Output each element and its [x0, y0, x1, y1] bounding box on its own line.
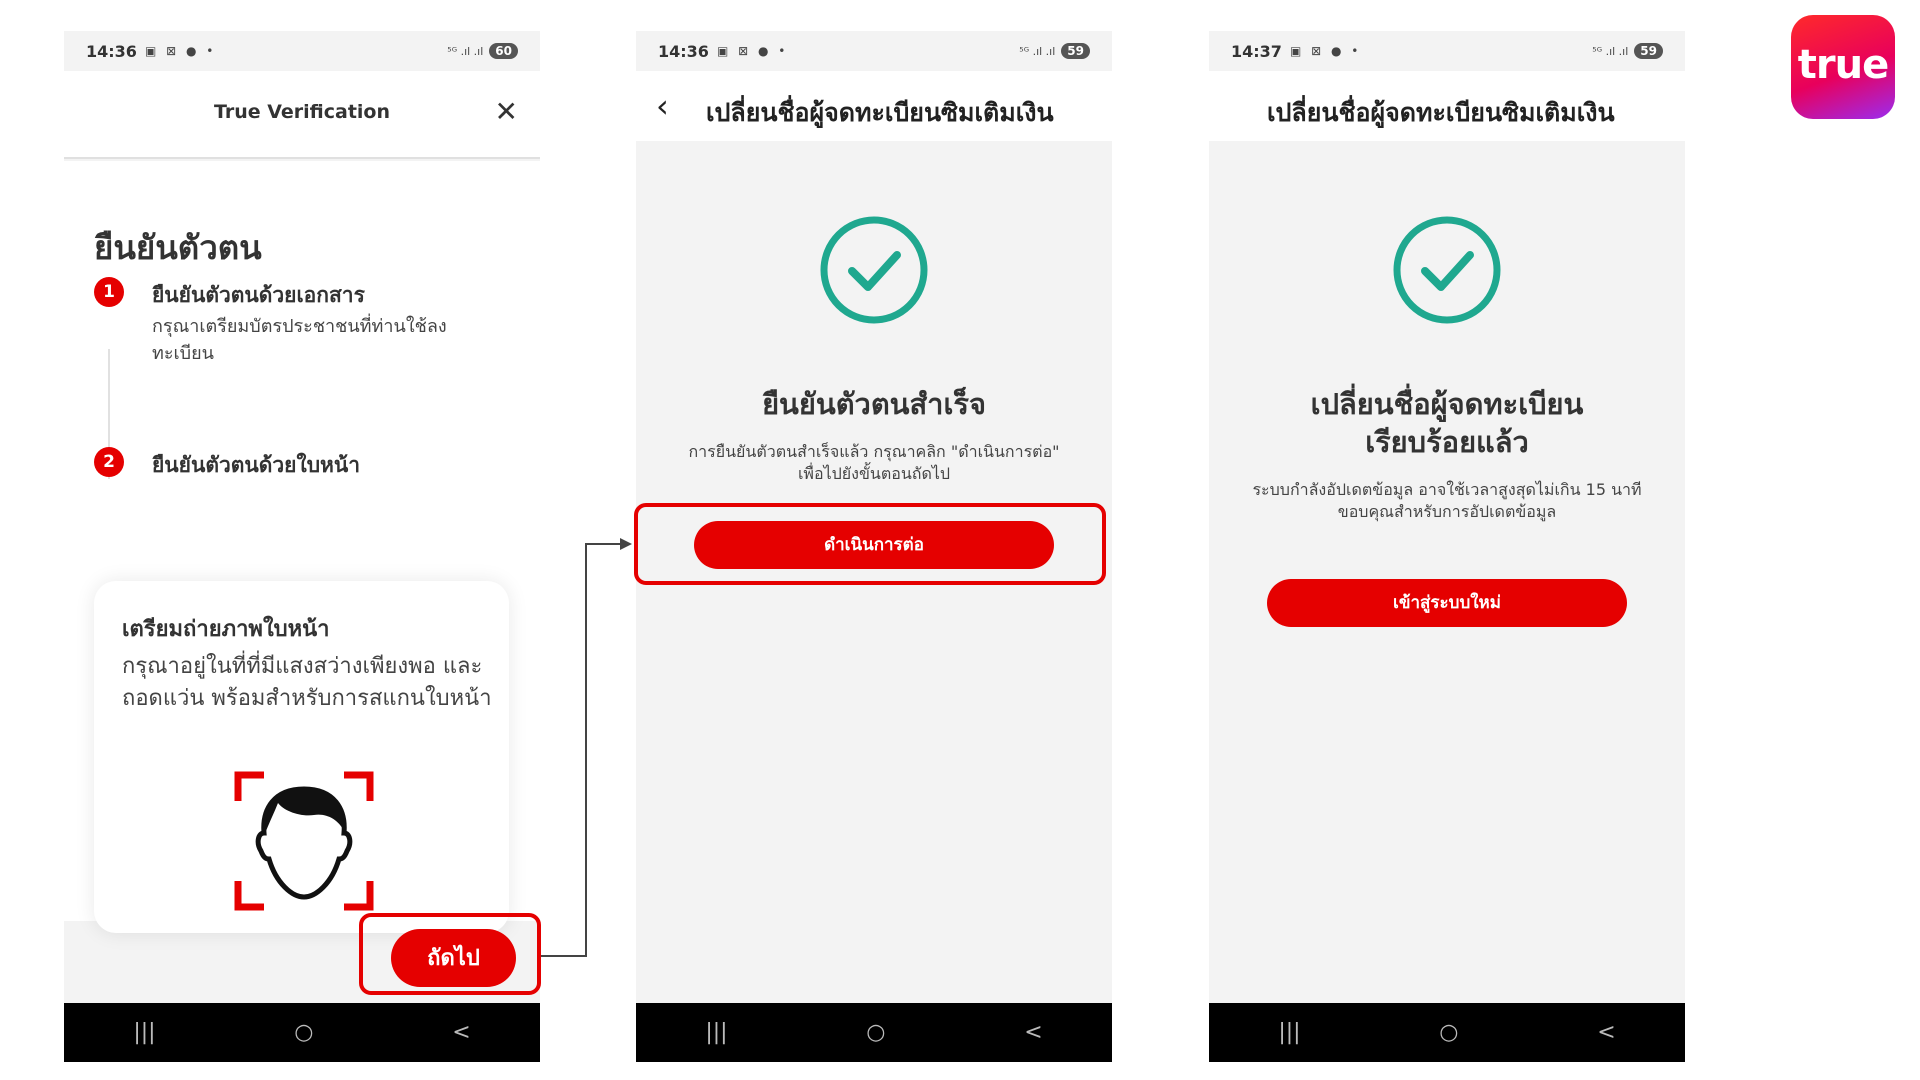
signal-icon: ⁵ᴳ .ıl .ıl: [1592, 44, 1629, 58]
status-time: 14:37: [1231, 41, 1282, 61]
complete-heading-line1: เปลี่ยนชื่อผู้จดทะเบียน: [1310, 387, 1584, 421]
header-title: เปลี่ยนชื่อผู้จดทะเบียนซิมเติมเงิน: [706, 98, 1054, 127]
step-title-face: ยืนยันตัวตนด้วยใบหน้า: [152, 453, 361, 477]
app-header: เปลี่ยนชื่อผู้จดทะเบียนซิมเติมเงิน: [1209, 71, 1685, 141]
signal-icon: ⁵ᴳ .ıl .ıl: [447, 44, 484, 58]
phone-screen-complete: 14:37 ▣ ⊠ ● • ⁵ᴳ .ıl .ıl 59 เปลี่ยนชื่อผ…: [1209, 31, 1685, 1062]
battery-icon: 59: [1061, 43, 1090, 59]
step-number-2: 2: [94, 447, 124, 477]
success-check-icon: [820, 216, 928, 324]
face-scan-icon: [234, 771, 374, 911]
battery-icon: 59: [1634, 43, 1663, 59]
notification-icons: ▣ ⊠ ● •: [1289, 44, 1362, 58]
recents-button[interactable]: |||: [1278, 1020, 1300, 1045]
notification-icons: ▣ ⊠ ● •: [716, 44, 789, 58]
back-arrow-icon[interactable]: ‹: [656, 87, 669, 125]
app-header: ‹ เปลี่ยนชื่อผู้จดทะเบียนซิมเติมเงิน: [636, 71, 1112, 141]
header-title: เปลี่ยนชื่อผู้จดทะเบียนซิมเติมเงิน: [1267, 98, 1615, 127]
status-time: 14:36: [658, 41, 709, 61]
header-title: True Verification: [213, 101, 391, 123]
complete-heading-line2: เรียบร้อยแล้ว: [1365, 425, 1529, 459]
home-button[interactable]: ○: [294, 1020, 313, 1045]
recents-button[interactable]: |||: [705, 1020, 727, 1045]
login-again-button[interactable]: เข้าสู่ระบบใหม่: [1267, 579, 1627, 627]
back-button[interactable]: <: [1597, 1020, 1615, 1045]
back-button[interactable]: <: [452, 1020, 470, 1045]
signal-icon: ⁵ᴳ .ıl .ıl: [1019, 44, 1056, 58]
page-title: ยืนยันตัวตน: [94, 228, 262, 267]
true-logo: true: [1791, 15, 1895, 119]
step-desc-document: กรุณาเตรียมบัตรประชาชนที่ท่านใช้ลงทะเบีย…: [152, 316, 447, 364]
system-nav-bar: ||| ○ <: [636, 1003, 1112, 1062]
success-description: การยืนยันตัวตนสำเร็จแล้ว กรุณาคลิก "ดำเน…: [688, 442, 1060, 483]
status-bar: 14:36 ▣ ⊠ ● • ⁵ᴳ .ıl .ıl 59: [636, 31, 1112, 71]
complete-description: ระบบกำลังอัปเดตข้อมูล อาจใช้เวลาสูงสุดไม…: [1252, 480, 1642, 521]
home-button[interactable]: ○: [866, 1020, 885, 1045]
status-bar: 14:37 ▣ ⊠ ● • ⁵ᴳ .ıl .ıl 59: [1209, 31, 1685, 71]
status-bar: 14:36 ▣ ⊠ ● • ⁵ᴳ .ıl .ıl 60: [64, 31, 540, 71]
success-heading: ยืนยันตัวตนสำเร็จ: [762, 387, 986, 421]
app-header: True Verification ✕: [64, 71, 540, 159]
step-number-1: 1: [94, 277, 124, 307]
highlight-next-button: [359, 913, 541, 995]
card-description: กรุณาอยู่ในที่ที่มีแสงสว่างเพียงพอ และถอ…: [122, 654, 492, 711]
home-button[interactable]: ○: [1439, 1020, 1458, 1045]
highlight-continue-button: [634, 503, 1106, 585]
verification-body: ยืนยันตัวตน 1 ยืนยันตัวตนด้วยเอกสาร กรุณ…: [64, 161, 540, 933]
face-scan-card: เตรียมถ่ายภาพใบหน้า กรุณาอยู่ในที่ที่มีแ…: [94, 581, 509, 933]
system-nav-bar: ||| ○ <: [64, 1003, 540, 1062]
phone-screen-verification: 14:36 ▣ ⊠ ● • ⁵ᴳ .ıl .ıl 60 True Verific…: [64, 31, 540, 1062]
step-title-document: ยืนยันตัวตนด้วยเอกสาร: [152, 283, 365, 307]
notification-icons: ▣ ⊠ ● •: [144, 44, 217, 58]
success-check-icon: [1393, 216, 1501, 324]
battery-icon: 60: [489, 43, 518, 59]
system-nav-bar: ||| ○ <: [1209, 1003, 1685, 1062]
status-time: 14:36: [86, 41, 137, 61]
close-icon[interactable]: ✕: [495, 95, 518, 128]
recents-button[interactable]: |||: [133, 1020, 155, 1045]
back-button[interactable]: <: [1024, 1020, 1042, 1045]
card-title: เตรียมถ่ายภาพใบหน้า: [122, 617, 330, 642]
